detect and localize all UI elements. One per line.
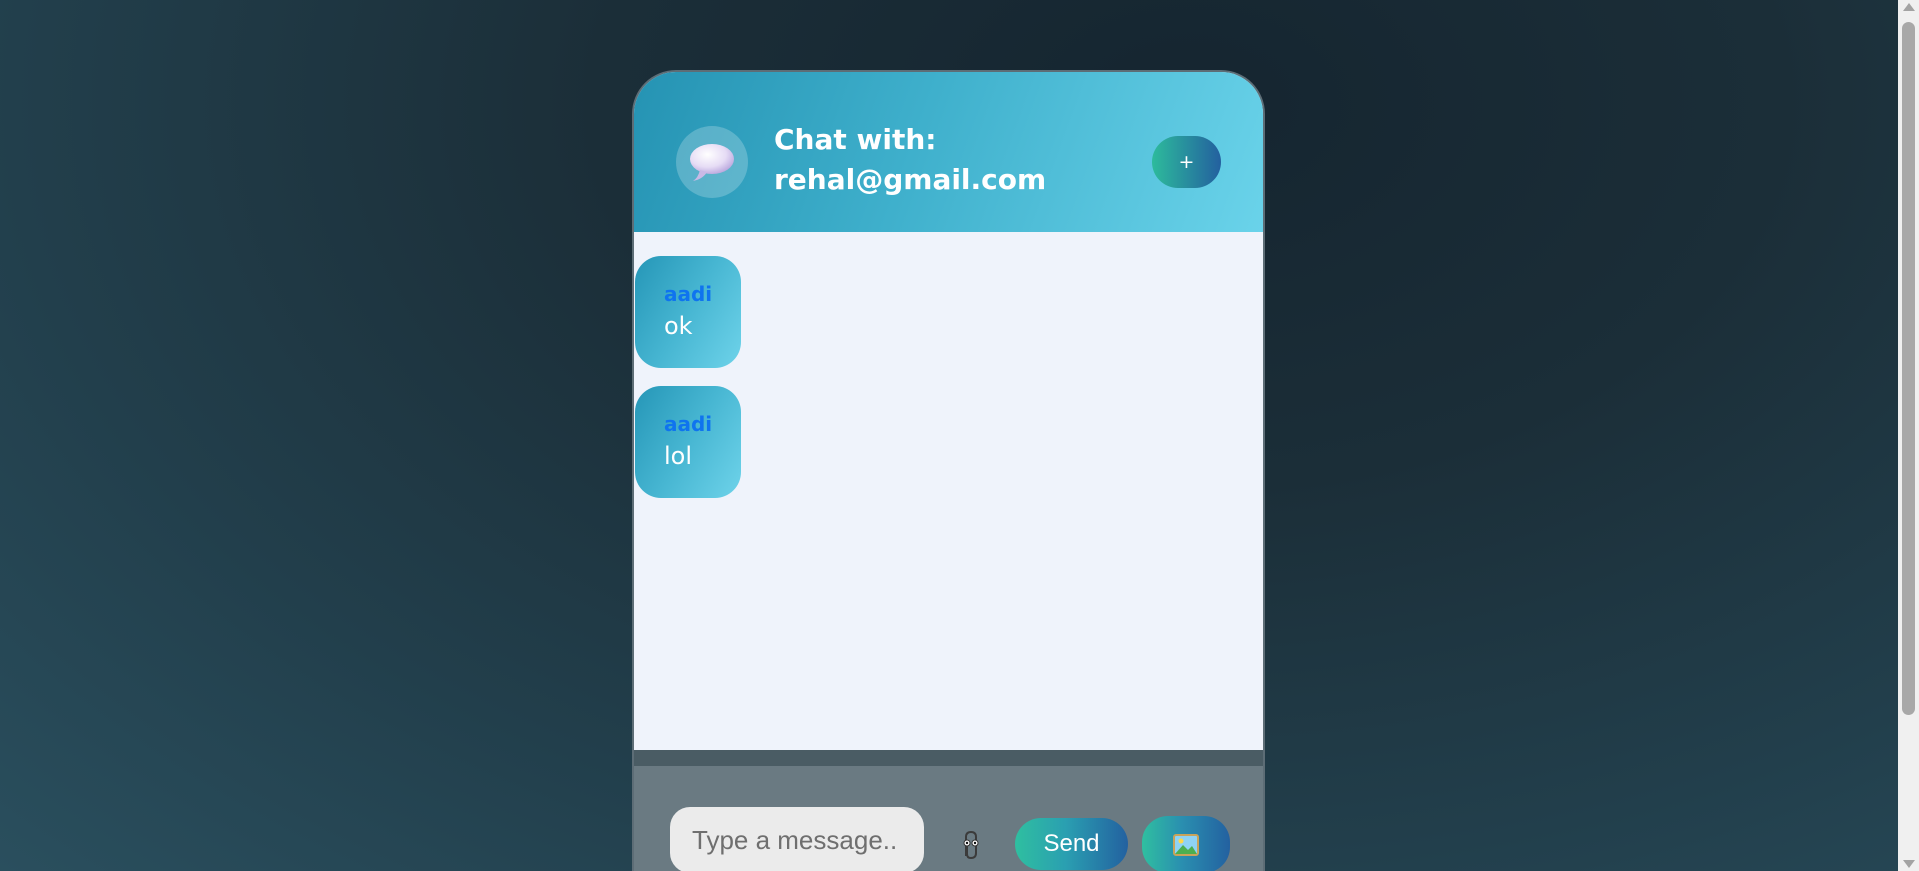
chat-partner-email: rehal@gmail.com <box>774 163 1047 196</box>
message-sender: aadi <box>664 282 713 306</box>
speech-bubble-icon <box>690 144 734 181</box>
paperclip-icon <box>963 830 979 860</box>
message-sender: aadi <box>664 412 713 436</box>
message-bubble: aadi lol <box>635 386 741 498</box>
composer-divider <box>634 750 1263 766</box>
send-button[interactable]: Send <box>1015 818 1128 870</box>
chat-title-prefix: Chat with: <box>774 123 937 156</box>
message-text: ok <box>664 312 693 340</box>
message-composer: Send <box>634 766 1263 871</box>
message-input[interactable] <box>670 807 924 871</box>
image-icon <box>1173 833 1199 856</box>
attach-button[interactable] <box>958 828 984 862</box>
scroll-down-arrow-icon[interactable] <box>1903 860 1915 868</box>
scroll-thumb[interactable] <box>1902 22 1915 715</box>
scroll-up-arrow-icon[interactable] <box>1903 3 1915 11</box>
chat-header: Chat with: rehal@gmail.com + <box>634 72 1263 232</box>
page-scrollbar[interactable] <box>1898 0 1919 871</box>
message-list[interactable]: aadi ok aadi lol <box>634 232 1263 750</box>
chat-title: Chat with: rehal@gmail.com <box>774 120 1134 200</box>
add-button[interactable]: + <box>1152 136 1221 188</box>
chat-window: Chat with: rehal@gmail.com + aadi ok aad… <box>632 70 1265 871</box>
image-upload-button[interactable] <box>1142 816 1230 871</box>
message-text: lol <box>664 442 693 470</box>
message-bubble: aadi ok <box>635 256 741 368</box>
chat-avatar <box>676 126 748 198</box>
